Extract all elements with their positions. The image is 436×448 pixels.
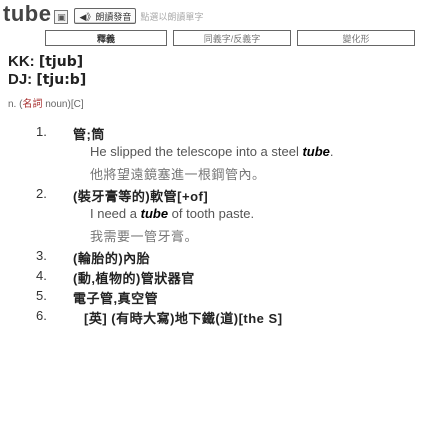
pos-label: 名詞	[22, 99, 43, 110]
sense-definition: (輪胎的)內胎	[73, 251, 151, 266]
copy-icon[interactable]: ▣	[54, 10, 69, 24]
sense-definition: (動,植物的)管狀器官	[73, 271, 195, 286]
speak-button[interactable]: ◀》朗讀發音	[74, 8, 137, 24]
example-text-end: of tooth paste.	[168, 206, 255, 221]
sense-example: I need a tube of tooth paste.	[90, 206, 254, 221]
dj-pronunciation: DJ: [tju:b]	[8, 71, 86, 88]
sense-number: 1.	[36, 124, 47, 139]
sense-number: 2.	[36, 186, 47, 201]
sense-number: 4.	[36, 268, 47, 283]
tab-bar: 釋義 同義字/反義字 變化形	[45, 30, 415, 46]
kk-pronunciation: KK: [tjub]	[8, 53, 83, 70]
example-text: He slipped the telescope into a steel	[90, 144, 303, 159]
dj-label: DJ:	[8, 71, 33, 88]
sense-definition: 電子管,真空管	[73, 291, 159, 306]
sense-example: He slipped the telescope into a steel tu…	[90, 144, 334, 159]
sense-definition: 管;筒	[73, 127, 105, 142]
sense-translation: 我需要一管牙膏。	[90, 229, 199, 244]
tab-inflections[interactable]: 變化形	[297, 30, 415, 46]
pos-abbr: n.	[8, 99, 17, 110]
sense-number: 5.	[36, 288, 47, 303]
word-header: tube ▣ ◀》朗讀發音 點選以朗讀單字	[3, 0, 203, 28]
pos-rest: noun)[C]	[42, 99, 84, 110]
speaker-icon: ◀》朗讀發音	[79, 11, 132, 22]
sense-number: 6.	[36, 308, 47, 323]
example-text: I need a	[90, 206, 141, 221]
kk-value: [tjub]	[38, 54, 84, 70]
example-keyword: tube	[302, 144, 330, 159]
sense-definition: [英] (有時大寫)地下鐵(道)[the S]	[84, 311, 283, 326]
headword: tube	[3, 1, 52, 26]
example-keyword: tube	[140, 206, 169, 221]
sense-number: 3.	[36, 248, 47, 263]
tab-synonyms[interactable]: 同義字/反義字	[173, 30, 291, 46]
dj-value: [tju:b]	[36, 72, 87, 88]
sense-translation: 他將望遠鏡塞進一根鋼管內。	[90, 167, 266, 182]
example-text-end: .	[329, 144, 334, 159]
header-note: 點選以朗讀單字	[140, 11, 204, 22]
tab-definitions[interactable]: 釋義	[45, 30, 167, 46]
sense-definition: (裝牙膏等的)軟管[+of]	[73, 189, 209, 204]
kk-label: KK:	[8, 53, 35, 70]
part-of-speech: n. (名詞 noun)[C]	[8, 95, 84, 110]
